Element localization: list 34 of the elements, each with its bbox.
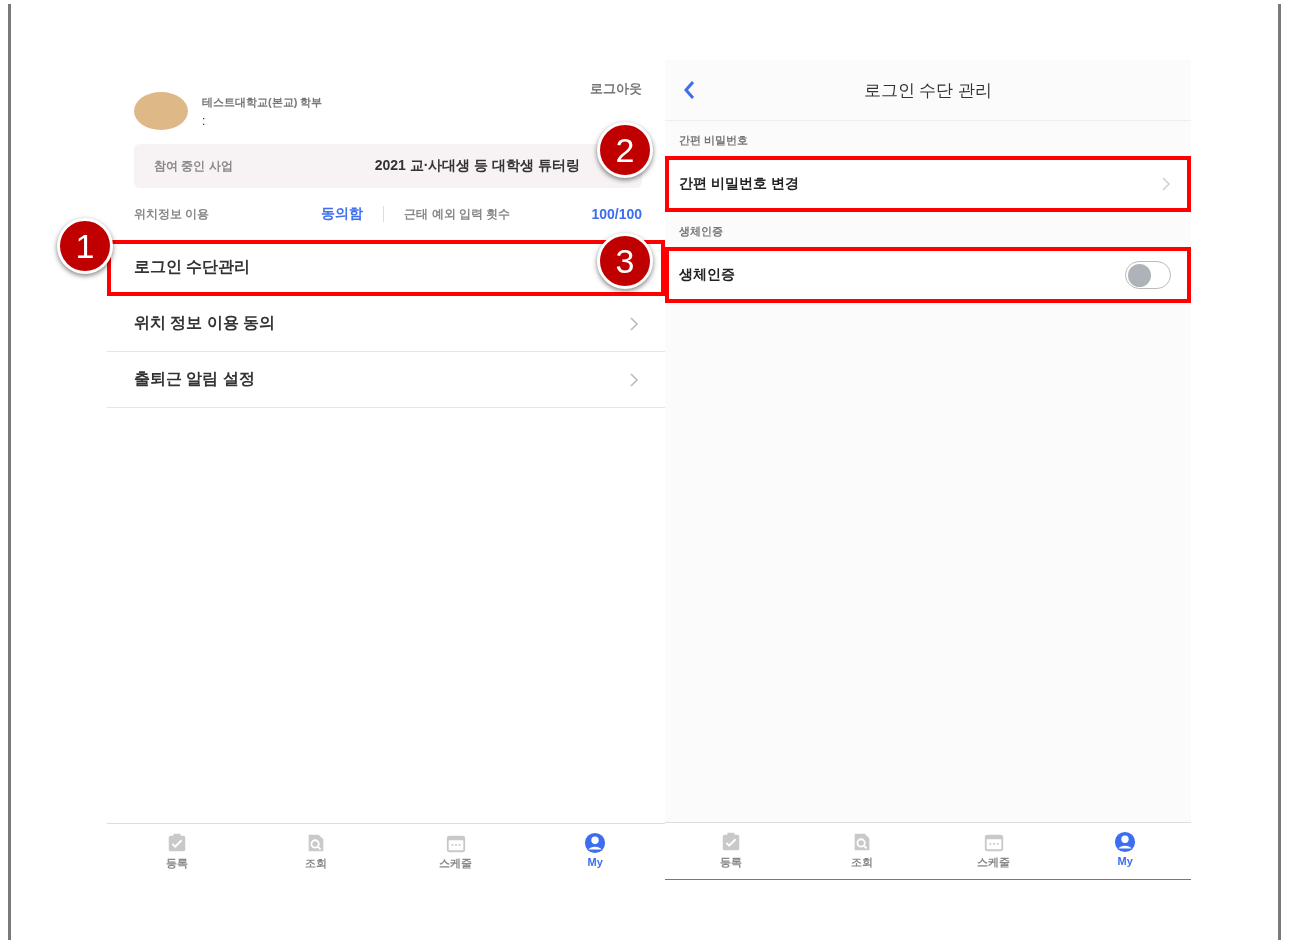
logout-button[interactable]: 로그아웃 [590, 80, 642, 98]
program-name: 2021 교·사대생 등 대학생 튜터링 [374, 157, 580, 175]
user-icon [1113, 831, 1138, 853]
setting-label: 생체인증 [679, 266, 735, 284]
section-header: 간편 비밀번호 [678, 133, 750, 148]
profile-detail: : [202, 113, 207, 128]
stat-value: 동의함 [321, 205, 364, 223]
tab[interactable]: My [525, 824, 665, 880]
program-label: 참여 중인 사업 [154, 157, 233, 175]
stat-label: 근태 예외 입력 횟수 [404, 205, 512, 223]
callout-number: 2 [597, 122, 653, 178]
callout-number: 3 [597, 233, 653, 289]
tab[interactable]: 등록 [107, 824, 247, 880]
section-header: 생체인증 [678, 224, 724, 239]
tab[interactable]: 조회 [796, 823, 928, 879]
user-icon [583, 832, 608, 854]
affiliation-text: 테스트대학교(본교) 학부 [202, 94, 323, 110]
menu-item[interactable]: 간편 비밀번호 변경 [665, 156, 1191, 212]
back-icon[interactable] [683, 80, 695, 100]
menu-item[interactable]: 출퇴근 알림 설정 [107, 352, 665, 408]
chevron-right-icon [1161, 176, 1171, 192]
toggle-row[interactable]: 생체인증 [665, 247, 1191, 303]
screen-title: 로그인 수단 관리 [863, 79, 993, 102]
tab[interactable]: 조회 [246, 824, 386, 880]
tab[interactable]: My [1059, 823, 1191, 879]
toggle-switch[interactable] [1125, 261, 1171, 289]
menu-item[interactable]: 위치 정보 이용 동의 [107, 296, 665, 352]
callout-number: 1 [57, 218, 113, 274]
tab[interactable]: 등록 [665, 823, 797, 879]
stat-label: 위치정보 이용 [134, 205, 211, 223]
tab[interactable]: 스케줄 [928, 823, 1060, 879]
avatar [134, 92, 188, 130]
tab[interactable]: 스케줄 [386, 824, 526, 880]
stat-value: 100/100 [591, 206, 642, 222]
